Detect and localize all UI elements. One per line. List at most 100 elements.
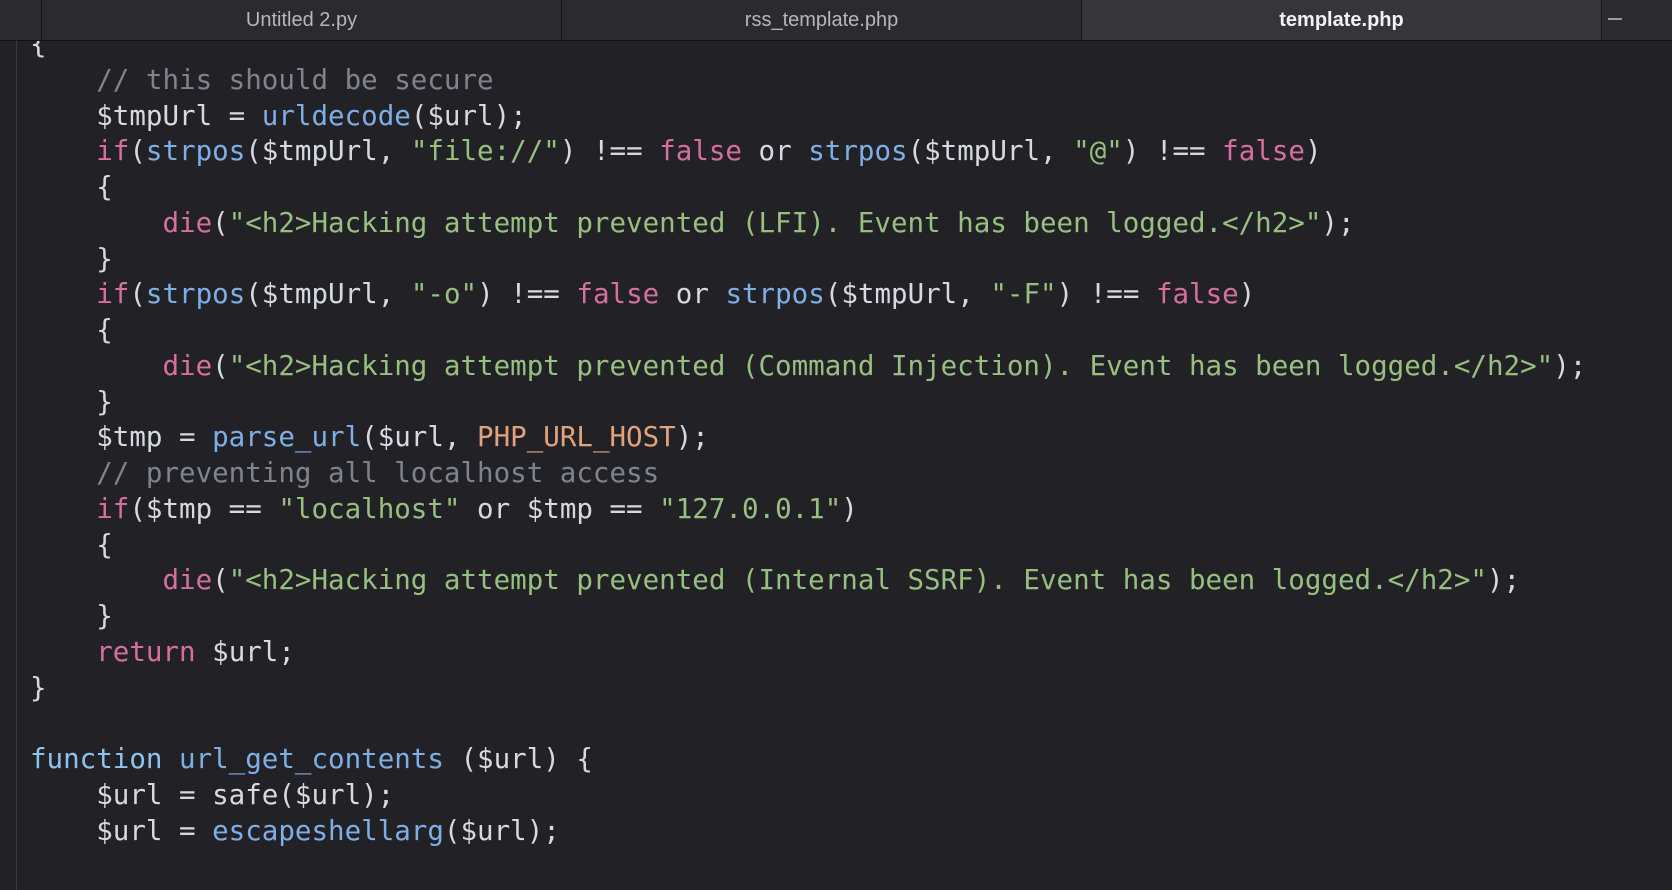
code-token-plain: ($tmpUrl, bbox=[245, 135, 411, 168]
code-token-plain: ); bbox=[675, 421, 709, 454]
code-line: } bbox=[30, 597, 113, 635]
code-token-keyword: false bbox=[1222, 135, 1305, 168]
tab-template-php[interactable]: template.php bbox=[1082, 0, 1602, 40]
code-token-func: escapeshellarg bbox=[212, 814, 444, 847]
code-token-plain: or bbox=[659, 278, 726, 311]
tab-bar: Untitled 2.py rss_template.php template.… bbox=[0, 0, 1672, 41]
code-token-func: parse_url bbox=[212, 421, 362, 454]
code-token-keyword: die bbox=[30, 349, 213, 382]
code-token-plain: ) !== bbox=[1056, 278, 1156, 311]
code-token-plain: ($tmpUrl, bbox=[245, 278, 411, 311]
code-token-plain: $tmp = bbox=[30, 421, 213, 454]
code-token-plain: $tmpUrl = bbox=[30, 99, 262, 132]
code-line: // preventing all localhost access bbox=[30, 454, 659, 492]
code-line: { bbox=[30, 41, 47, 63]
code-token-func: strpos bbox=[725, 278, 825, 311]
code-token-plain: ( bbox=[129, 135, 146, 168]
code-token-plain: ( bbox=[212, 206, 229, 239]
code-line: die("<h2>Hacking attempt prevented (Inte… bbox=[30, 561, 1520, 599]
code-line: { bbox=[30, 311, 113, 349]
code-line: } bbox=[30, 383, 113, 421]
overflow-tab-fragment bbox=[1608, 18, 1622, 20]
code-token-def: function bbox=[30, 743, 163, 775]
code-token-plain: ($url, bbox=[361, 421, 478, 454]
tab-rss-template-php[interactable]: rss_template.php bbox=[562, 0, 1082, 40]
code-line: function url_get_contents ($url) { bbox=[30, 740, 593, 778]
code-token-plain: ) !== bbox=[477, 278, 577, 311]
code-token-plain: ); bbox=[1486, 564, 1521, 597]
code-token-plain: } bbox=[30, 600, 113, 632]
code-token-string: "<h2>Hacking attempt prevented (Internal… bbox=[228, 564, 1487, 597]
code-token-func: strpos bbox=[808, 135, 908, 168]
code-line: die("<h2>Hacking attempt prevented (LFI)… bbox=[30, 204, 1355, 242]
code-line: if($tmp == "localhost" or $tmp == "127.0… bbox=[30, 490, 858, 528]
code-token-plain: or bbox=[741, 135, 809, 168]
code-token-plain: $url; bbox=[195, 635, 295, 668]
code-line: if(strpos($tmpUrl, "file://") !== false … bbox=[30, 132, 1322, 170]
code-token-plain: } bbox=[30, 671, 47, 704]
code-token-plain: ($tmpUrl, bbox=[824, 278, 991, 311]
gutter-divider bbox=[16, 41, 17, 890]
code-token-comment: // this should be secure bbox=[30, 63, 494, 96]
code-token-keyword: return bbox=[30, 635, 196, 668]
code-token-plain: ) bbox=[841, 492, 858, 525]
code-line: $url = safe($url); bbox=[30, 776, 394, 814]
code-token-string: "<h2>Hacking attempt prevented (LFI). Ev… bbox=[228, 206, 1322, 239]
code-token-plain: ( bbox=[129, 278, 146, 311]
code-token-plain: or $tmp == bbox=[460, 492, 660, 525]
code-line: $tmpUrl = urldecode($url); bbox=[30, 97, 527, 135]
code-token-string: "-F" bbox=[990, 278, 1057, 311]
code-editor-window: Untitled 2.py rss_template.php template.… bbox=[0, 0, 1672, 890]
code-token-keyword: false bbox=[1155, 278, 1239, 311]
tab-untitled-2-py[interactable]: Untitled 2.py bbox=[42, 0, 562, 40]
code-token-func: strpos bbox=[145, 278, 246, 311]
code-token-keyword: if bbox=[30, 278, 130, 311]
code-token-plain: ( bbox=[212, 349, 229, 382]
code-line: // this should be secure bbox=[30, 61, 494, 99]
code-token-plain: ($tmpUrl, bbox=[907, 135, 1074, 168]
code-line: return $url; bbox=[30, 633, 295, 671]
code-line: $tmp = parse_url($url, PHP_URL_HOST); bbox=[30, 418, 709, 456]
code-token-func: strpos bbox=[145, 135, 246, 168]
code-line: { bbox=[30, 526, 113, 564]
code-token-string: "localhost" bbox=[278, 492, 461, 525]
code-token-keyword: if bbox=[30, 135, 130, 168]
code-token-keyword: die bbox=[30, 564, 213, 597]
code-token-plain: } bbox=[30, 385, 113, 418]
code-token-plain: ) bbox=[1304, 135, 1322, 168]
code-token-plain: { bbox=[30, 171, 113, 203]
code-area[interactable]: { // this should be secure $tmpUrl = url… bbox=[30, 41, 1672, 890]
code-line: if(strpos($tmpUrl, "-o") !== false or st… bbox=[30, 275, 1255, 313]
code-token-plain: ); bbox=[1321, 206, 1355, 239]
code-token-plain: $url = safe($url); bbox=[30, 778, 395, 811]
code-token-plain: ($url) { bbox=[443, 743, 593, 775]
code-token-plain: ($tmp == bbox=[129, 492, 279, 525]
code-line: die("<h2>Hacking attempt prevented (Comm… bbox=[30, 347, 1586, 385]
code-token-keyword: die bbox=[30, 206, 213, 239]
code-token-plain: ) !== bbox=[1122, 135, 1223, 168]
code-token-string: "-o" bbox=[410, 278, 478, 311]
code-token-plain: { bbox=[30, 41, 47, 60]
tab-bar-overflow bbox=[1602, 0, 1672, 40]
tab-bar-left-edge bbox=[0, 0, 42, 40]
code-token-func: urldecode bbox=[261, 99, 411, 132]
code-token-const: PHP_URL_HOST bbox=[477, 421, 676, 454]
code-token-plain: ) !== bbox=[559, 135, 660, 168]
code-token-plain: ( bbox=[212, 564, 229, 597]
code-token-keyword: false bbox=[659, 135, 742, 168]
code-token-string: "file://" bbox=[410, 135, 560, 168]
code-token-keyword: false bbox=[576, 278, 660, 311]
code-token-func: url_get_contents bbox=[179, 743, 444, 775]
code-token-plain: { bbox=[30, 314, 113, 346]
code-token-string: "127.0.0.1" bbox=[659, 492, 842, 525]
code-token-plain: ($url); bbox=[410, 99, 527, 132]
code-token-plain: ) bbox=[1238, 278, 1256, 311]
code-token-keyword: if bbox=[30, 492, 130, 525]
code-line: } bbox=[30, 669, 47, 707]
code-token-plain: } bbox=[30, 242, 113, 275]
code-token-string: "<h2>Hacking attempt prevented (Command … bbox=[228, 349, 1554, 382]
code-token-plain: ($url); bbox=[443, 814, 560, 847]
code-line: } bbox=[30, 240, 113, 278]
code-line: $url = escapeshellarg($url); bbox=[30, 812, 560, 850]
